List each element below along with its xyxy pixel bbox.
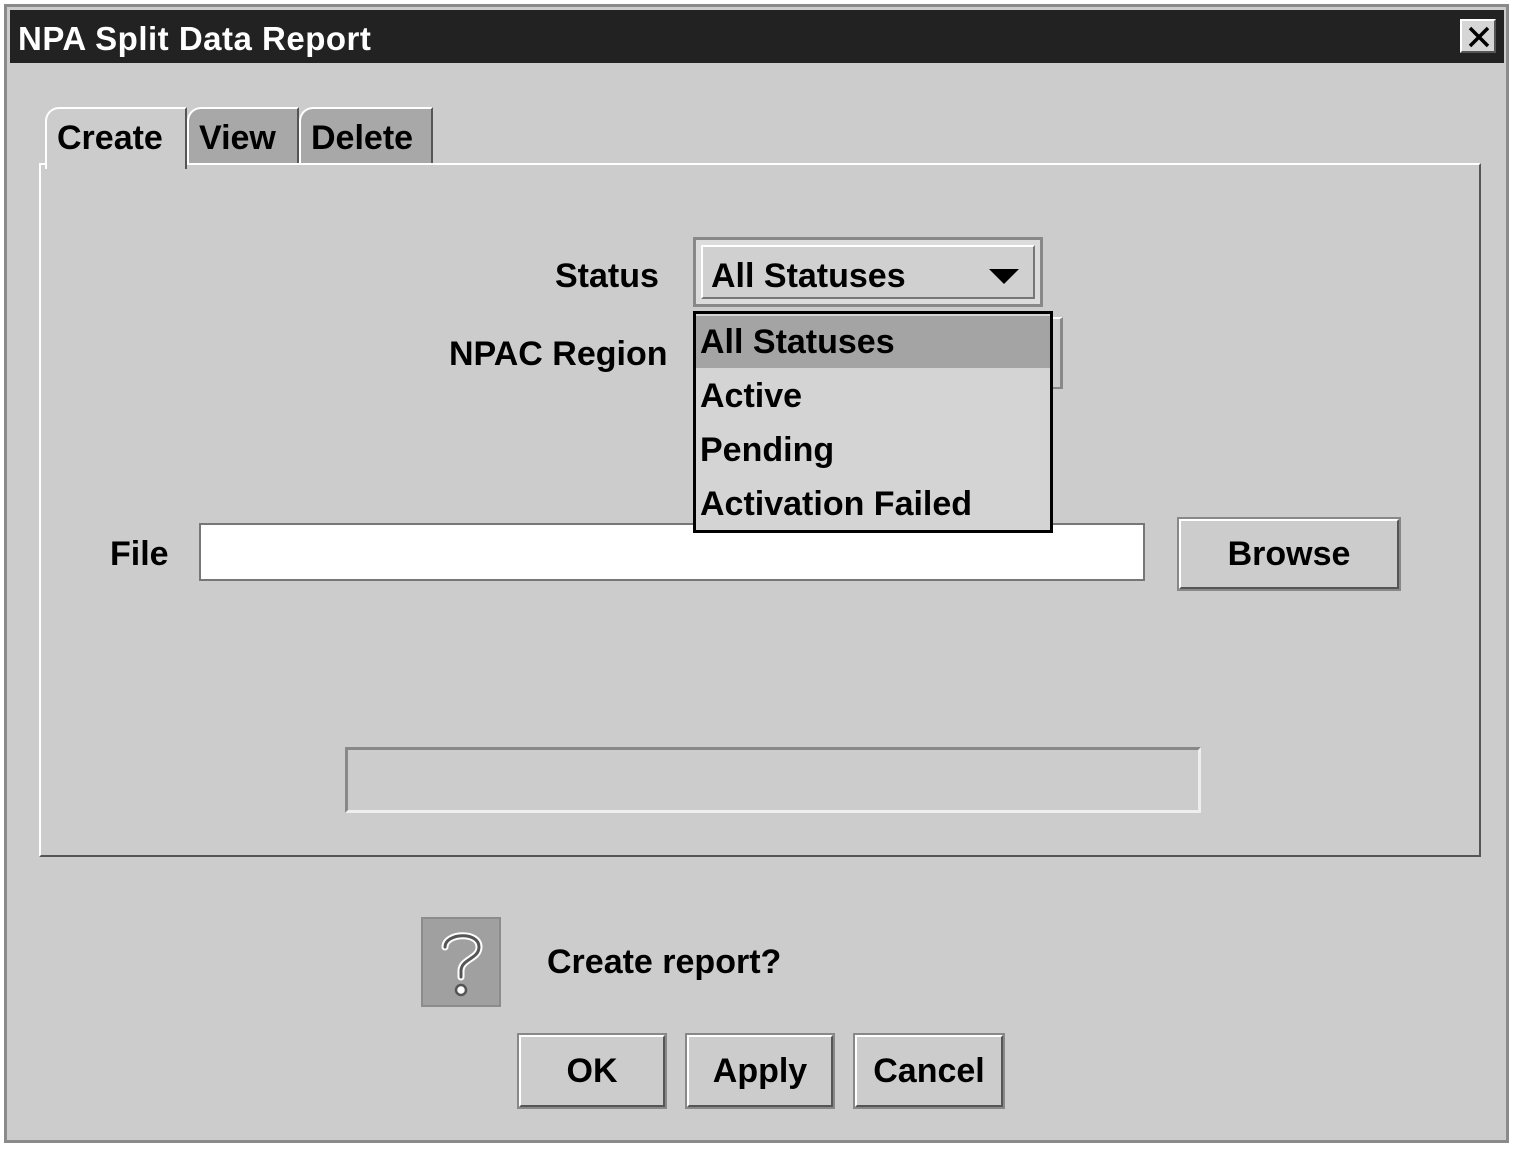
status-dropdown-list: All Statuses Active Pending Activation F… — [693, 311, 1053, 533]
npac-region-label: NPAC Region — [449, 335, 668, 373]
dropdown-option-pending[interactable]: Pending — [696, 424, 1050, 476]
tab-create-label: Create — [57, 119, 163, 157]
tab-create[interactable]: Create — [45, 107, 187, 169]
tab-delete[interactable]: Delete — [299, 107, 433, 165]
dropdown-option-activation-failed[interactable]: Activation Failed — [696, 478, 1050, 530]
dropdown-option-all-statuses[interactable]: All Statuses — [696, 316, 1050, 368]
status-selected-value: All Statuses — [711, 257, 906, 295]
file-label: File — [110, 535, 169, 573]
browse-button[interactable]: Browse — [1177, 517, 1401, 591]
window-title: NPA Split Data Report — [18, 20, 372, 57]
close-button[interactable] — [1460, 19, 1496, 53]
question-icon — [421, 917, 501, 1007]
apply-button[interactable]: Apply — [685, 1033, 835, 1109]
status-label: Status — [555, 257, 659, 295]
dropdown-option-active[interactable]: Active — [696, 370, 1050, 422]
status-combobox[interactable]: All Statuses — [693, 237, 1043, 307]
chevron-down-icon — [989, 269, 1019, 284]
ok-button[interactable]: OK — [517, 1033, 667, 1109]
close-icon — [1468, 26, 1490, 48]
dialog-window: NPA Split Data Report Create View Delete… — [4, 4, 1509, 1143]
tab-delete-label: Delete — [311, 119, 414, 157]
confirm-message: Create report? — [547, 943, 782, 981]
cancel-button[interactable]: Cancel — [853, 1033, 1005, 1109]
progress-bar — [345, 747, 1201, 813]
title-bar[interactable]: NPA Split Data Report — [10, 10, 1504, 63]
tab-view-label: View — [199, 119, 276, 157]
tab-view[interactable]: View — [187, 107, 299, 165]
status-combobox-field: All Statuses — [701, 245, 1035, 299]
